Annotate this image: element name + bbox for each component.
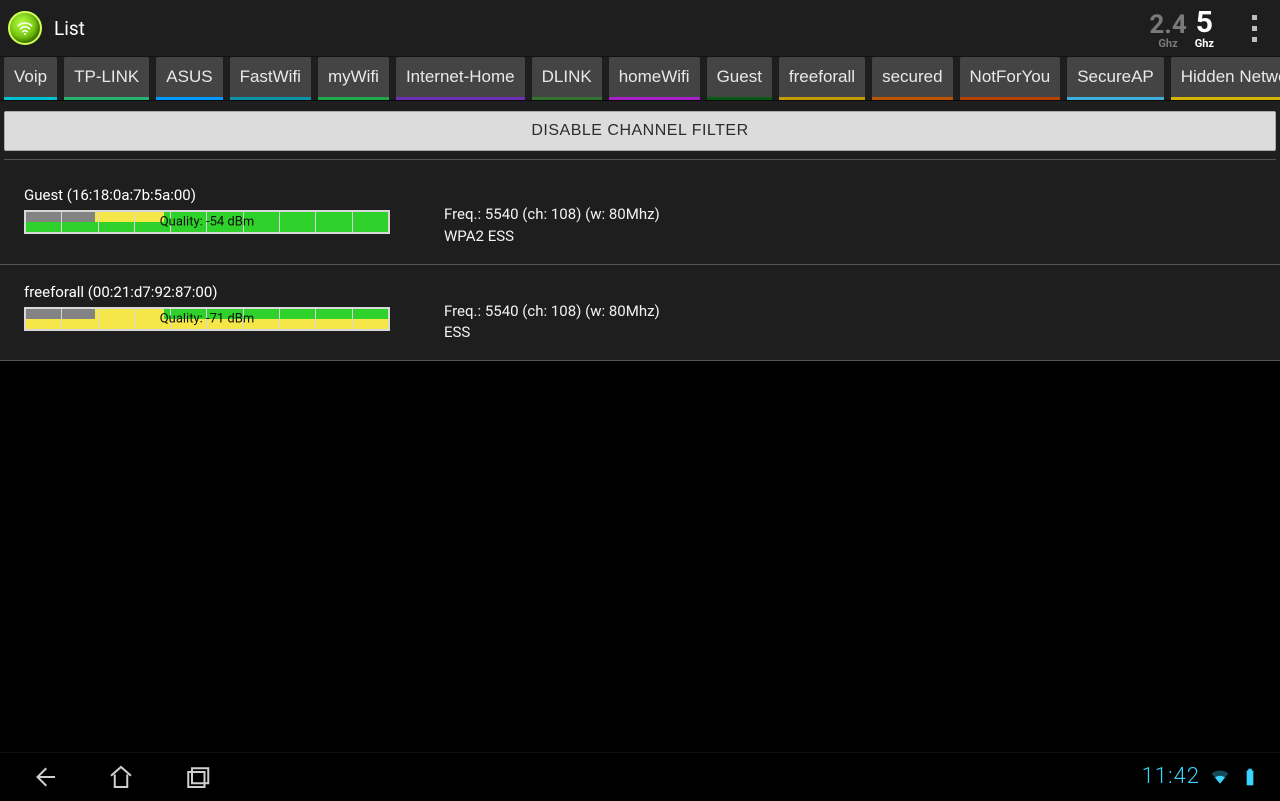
ssid-tab-label: FastWifi — [240, 67, 301, 87]
ssid-tab[interactable]: ASUS — [156, 57, 222, 100]
filter-bar: DISABLE CHANNEL FILTER — [0, 100, 1280, 168]
ssid-tab[interactable]: Hidden Network — [1171, 57, 1280, 100]
ssid-tab-label: Internet-Home — [406, 67, 515, 87]
wifi-icon — [16, 19, 34, 37]
system-nav-bar: 11:42 — [0, 752, 1280, 800]
ssid-tab-label: DLINK — [542, 67, 592, 87]
ssid-tab[interactable]: TP-LINK — [64, 57, 149, 100]
ssid-tab[interactable]: homeWifi — [609, 57, 700, 100]
app-icon — [8, 11, 42, 45]
ssid-tab-label: freeforall — [789, 67, 855, 87]
ssid-tab[interactable]: Guest — [707, 57, 772, 100]
band-5ghz[interactable]: 5 Ghz — [1195, 8, 1214, 49]
clock: 11:42 — [1142, 764, 1200, 789]
ssid-tab-label: homeWifi — [619, 67, 690, 87]
network-frequency: Freq.: 5540 (ch: 108) (w: 80Mhz) — [444, 204, 1256, 226]
home-button[interactable] — [96, 753, 146, 801]
ssid-tab[interactable]: Internet-Home — [396, 57, 525, 100]
ssid-tab-label: ASUS — [166, 67, 212, 87]
network-title: freeforall (00:21:d7:92:87:00) — [24, 283, 444, 301]
ssid-tab[interactable]: myWifi — [318, 57, 389, 100]
ssid-tab[interactable]: freeforall — [779, 57, 865, 100]
action-bar: List 2.4 Ghz 5 Ghz — [0, 0, 1280, 56]
ssid-tab-label: TP-LINK — [74, 67, 139, 87]
network-title: Guest (16:18:0a:7b:5a:00) — [24, 186, 444, 204]
ssid-tab[interactable]: FastWifi — [230, 57, 311, 100]
ssid-tabs: Voip TP-LINK ASUS FastWifi myWifi Internet-Ho… — [0, 56, 1280, 100]
ssid-tab-label: Voip — [14, 67, 47, 87]
band-toggle: 2.4 Ghz 5 Ghz — [1149, 8, 1214, 49]
network-frequency: Freq.: 5540 (ch: 108) (w: 80Mhz) — [444, 301, 1256, 323]
empty-area — [0, 361, 1280, 752]
network-security: WPA2 ESS — [444, 226, 1256, 248]
ssid-tab-label: Hidden Network — [1181, 67, 1280, 87]
page-title: List — [54, 17, 85, 40]
ssid-tab-label: NotForYou — [970, 67, 1051, 87]
signal-meter: Quality: -71 dBm — [24, 307, 390, 331]
network-item[interactable]: Guest (16:18:0a:7b:5a:00) Quality: -54 dB… — [0, 168, 1280, 265]
ssid-tab-label: SecureAP — [1077, 67, 1154, 87]
status-area[interactable]: 11:42 — [1142, 764, 1260, 789]
ssid-tab-label: Guest — [717, 67, 762, 87]
ssid-tab[interactable]: secured — [872, 57, 952, 100]
ssid-tab[interactable]: Voip — [4, 57, 57, 100]
battery-status-icon — [1240, 767, 1260, 787]
ssid-tab[interactable]: DLINK — [532, 57, 602, 100]
band-2-4ghz[interactable]: 2.4 Ghz — [1149, 12, 1186, 49]
ssid-tab[interactable]: NotForYou — [960, 57, 1061, 100]
network-security: ESS — [444, 322, 1256, 344]
ssid-tab-label: secured — [882, 67, 942, 87]
network-item[interactable]: freeforall (00:21:d7:92:87:00) Quality: -… — [0, 265, 1280, 362]
ssid-tab[interactable]: SecureAP — [1067, 57, 1164, 100]
wifi-status-icon — [1210, 767, 1230, 787]
network-list: Guest (16:18:0a:7b:5a:00) Quality: -54 dB… — [0, 168, 1280, 361]
recent-apps-button[interactable] — [172, 753, 222, 801]
signal-meter: Quality: -54 dBm — [24, 210, 390, 234]
overflow-menu-icon[interactable] — [1236, 8, 1272, 48]
back-button[interactable] — [20, 753, 70, 801]
disable-channel-filter-button[interactable]: DISABLE CHANNEL FILTER — [4, 111, 1276, 151]
ssid-tab-label: myWifi — [328, 67, 379, 87]
